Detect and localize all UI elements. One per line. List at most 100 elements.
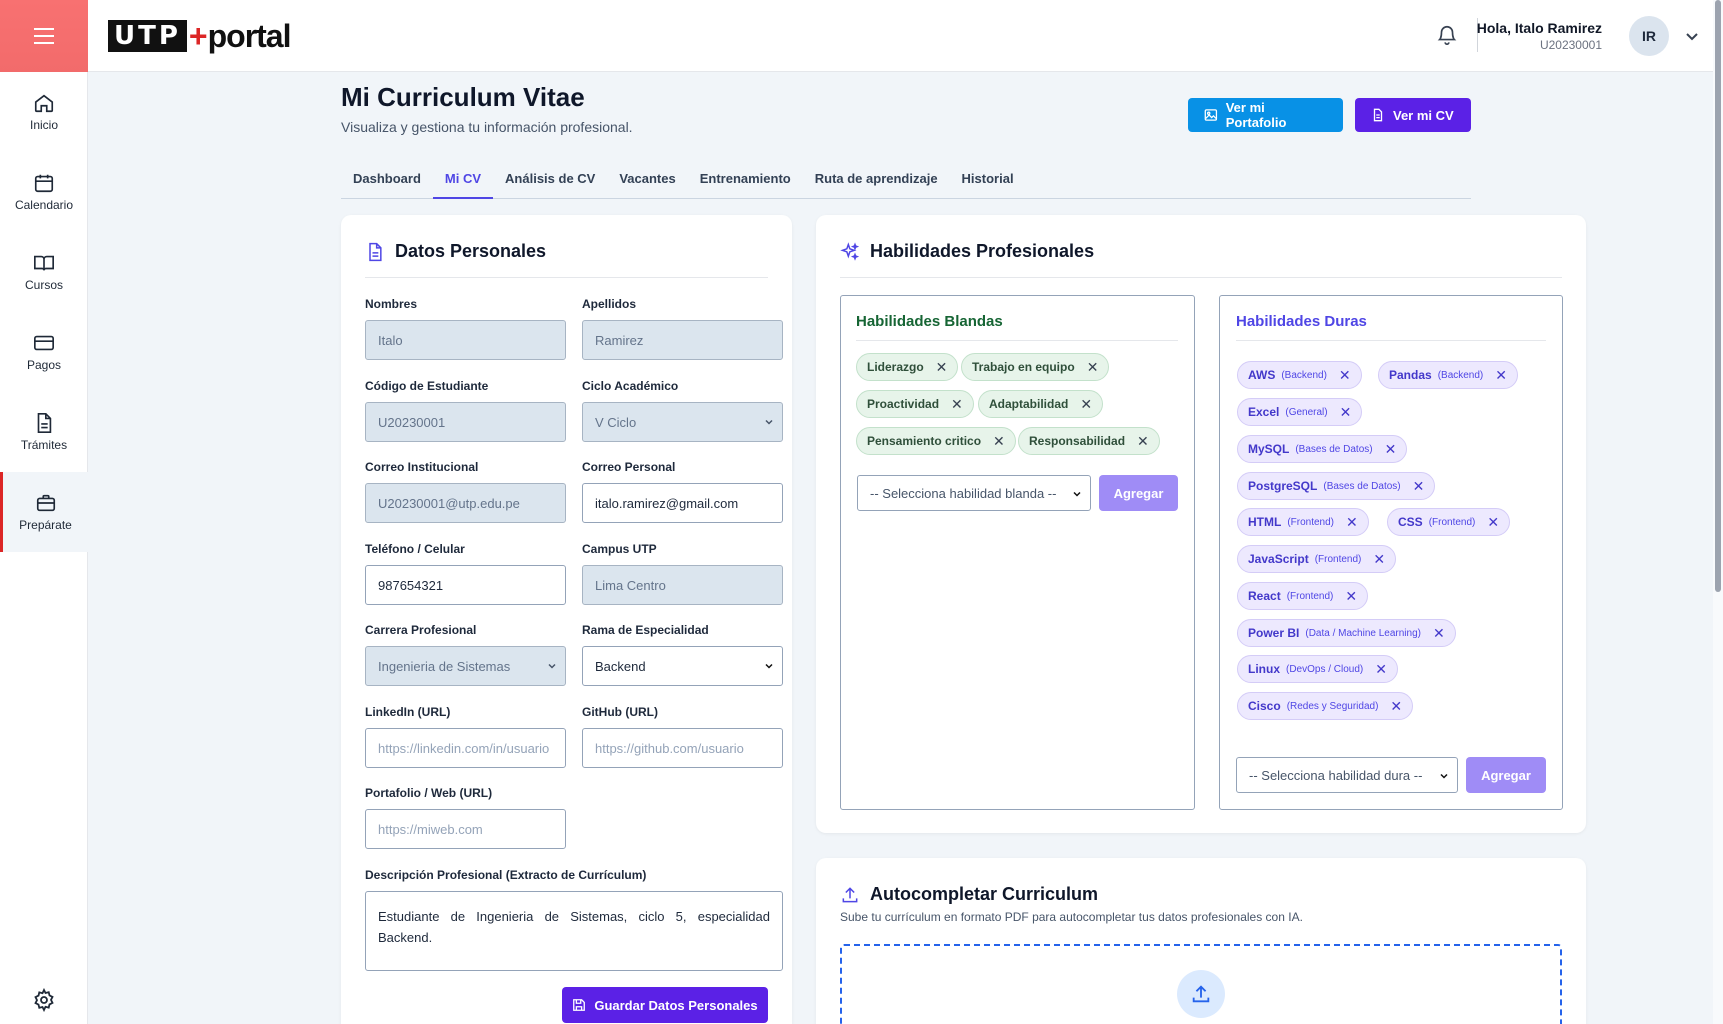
- campus-field[interactable]: Lima Centro: [582, 565, 783, 605]
- remove-icon[interactable]: ✕: [951, 396, 963, 413]
- hard-skill-name: Power BI: [1248, 626, 1300, 640]
- description-textarea[interactable]: Estudiante de Ingenieria de Sistemas, ci…: [365, 891, 783, 971]
- chevron-down-icon: [765, 419, 773, 425]
- tab-dashboard[interactable]: Dashboard: [341, 168, 433, 199]
- telefono-field[interactable]: 987654321: [365, 565, 566, 605]
- sidebar-item-calendario[interactable]: Calendario: [0, 152, 88, 232]
- sidebar-item-cursos[interactable]: Cursos: [0, 232, 88, 312]
- hard-skill-chip: React (Frontend) ✕: [1237, 582, 1369, 610]
- remove-icon[interactable]: ✕: [993, 433, 1005, 450]
- tab-historial[interactable]: Historial: [950, 168, 1026, 199]
- remove-icon[interactable]: ✕: [1345, 588, 1357, 605]
- remove-icon[interactable]: ✕: [1433, 625, 1445, 642]
- document-icon: [37, 413, 52, 433]
- hard-skill-category: (Bases de Datos): [1295, 443, 1373, 455]
- soft-skill-select[interactable]: -- Selecciona habilidad blanda --: [857, 475, 1091, 511]
- page-subtitle: Visualiza y gestiona tu información prof…: [341, 119, 633, 135]
- hard-skill-category: (Frontend): [1428, 516, 1476, 528]
- remove-icon[interactable]: ✕: [1385, 441, 1397, 458]
- remove-icon[interactable]: ✕: [1087, 359, 1099, 376]
- gear-icon[interactable]: [32, 988, 56, 1012]
- nombres-label: Nombres: [365, 297, 418, 311]
- rama-label: Rama de Especialidad: [582, 623, 709, 637]
- sidebar-item-inicio[interactable]: Inicio: [0, 72, 88, 152]
- nombres-field[interactable]: Italo: [365, 320, 566, 360]
- personal-data-title: Datos Personales: [395, 241, 547, 261]
- view-portfolio-button[interactable]: Ver mi Portafolio: [1188, 98, 1343, 132]
- remove-icon[interactable]: ✕: [1413, 478, 1425, 495]
- view-portfolio-label: Ver mi Portafolio: [1225, 100, 1287, 130]
- avatar[interactable]: IR: [1629, 16, 1669, 56]
- hard-skill-category: (Frontend): [1287, 516, 1335, 528]
- tab-entrenamiento[interactable]: Entrenamiento: [688, 168, 803, 199]
- remove-icon[interactable]: ✕: [1346, 514, 1358, 531]
- add-soft-skill-button[interactable]: Agregar: [1099, 475, 1178, 511]
- chevron-down-icon[interactable]: [1684, 28, 1700, 44]
- sidebar-item-tramites[interactable]: Trámites: [0, 392, 88, 472]
- sidebar-item-preparate[interactable]: Prepárate: [0, 472, 88, 552]
- hard-skill-category: (Backend): [1437, 369, 1484, 381]
- add-hard-skill-button[interactable]: Agregar: [1466, 757, 1546, 793]
- correo-institucional-field[interactable]: U20230001@utp.edu.pe: [365, 483, 566, 523]
- remove-icon[interactable]: ✕: [936, 359, 948, 376]
- save-icon: [573, 999, 586, 1011]
- rama-select[interactable]: Backend: [582, 646, 783, 686]
- tab-mi-cv[interactable]: Mi CV: [432, 168, 494, 199]
- soft-skill-label: Adaptabilidad: [989, 397, 1069, 411]
- divider: [840, 277, 1562, 278]
- ciclo-select-value: V Ciclo: [595, 414, 637, 430]
- remove-icon[interactable]: ✕: [1390, 698, 1402, 715]
- page-scrollbar[interactable]: [1713, 0, 1723, 1024]
- document-icon: [369, 242, 382, 261]
- apellidos-field[interactable]: Ramirez: [582, 320, 783, 360]
- hard-skill-name: AWS: [1248, 368, 1276, 382]
- remove-icon[interactable]: ✕: [1375, 661, 1387, 678]
- hard-skill-chip: Power BI (Data / Machine Learning) ✕: [1237, 619, 1456, 647]
- scrollbar-thumb[interactable]: [1715, 0, 1721, 592]
- tab-ruta-aprendizaje[interactable]: Ruta de aprendizaje: [803, 168, 950, 199]
- utp-portal-logo[interactable]: UTP + portal: [108, 18, 291, 54]
- codigo-field[interactable]: U20230001: [365, 402, 566, 442]
- autocomplete-subtitle: Sube tu currículum en formato PDF para a…: [840, 910, 1303, 924]
- portfolio-field[interactable]: https://miweb.com: [365, 809, 566, 849]
- correo-inst-label: Correo Institucional: [365, 460, 479, 474]
- upload-button[interactable]: [1177, 970, 1225, 1018]
- sidebar-item-pagos[interactable]: Pagos: [0, 312, 88, 392]
- hard-skill-name: Pandas: [1389, 368, 1432, 382]
- carrera-select[interactable]: Ingenieria de Sistemas: [365, 646, 566, 686]
- hard-skill-category: (Frontend): [1286, 590, 1334, 602]
- campus-label: Campus UTP: [582, 542, 657, 556]
- hard-skill-name: CSS: [1398, 515, 1423, 529]
- sidebar-item-label: Cursos: [24, 278, 63, 292]
- hard-skill-category: (General): [1285, 406, 1328, 418]
- hard-skill-select[interactable]: -- Selecciona habilidad dura --: [1236, 757, 1458, 793]
- view-cv-button[interactable]: Ver mi CV: [1355, 98, 1471, 132]
- carrera-select-value: Ingenieria de Sistemas: [378, 658, 511, 674]
- correo-personal-field[interactable]: italo.ramirez@gmail.com: [582, 483, 783, 523]
- bell-icon[interactable]: [1436, 24, 1458, 46]
- sparkles-icon: [840, 241, 860, 261]
- sidebar-item-label: Calendario: [14, 198, 74, 212]
- divider: [856, 340, 1178, 341]
- remove-icon[interactable]: ✕: [1495, 367, 1507, 384]
- ciclo-select[interactable]: V Ciclo: [582, 402, 783, 442]
- remove-icon[interactable]: ✕: [1339, 367, 1351, 384]
- remove-icon[interactable]: ✕: [1487, 514, 1499, 531]
- hard-skill-name: JavaScript: [1248, 552, 1309, 566]
- menu-button[interactable]: [0, 0, 88, 72]
- github-field[interactable]: https://github.com/usuario: [582, 728, 783, 768]
- file-icon: [1373, 108, 1383, 122]
- logo-plus: +: [188, 18, 208, 54]
- tab-analisis-cv[interactable]: Análisis de CV: [493, 168, 607, 199]
- remove-icon[interactable]: ✕: [1373, 551, 1385, 568]
- save-personal-data-button[interactable]: Guardar Datos Personales: [562, 987, 768, 1023]
- tab-vacantes[interactable]: Vacantes: [607, 168, 687, 199]
- remove-icon[interactable]: ✕: [1340, 404, 1352, 421]
- remove-icon[interactable]: ✕: [1137, 433, 1149, 450]
- hamburger-icon: [34, 28, 54, 44]
- soft-skill-label: Pensamiento critico: [867, 434, 982, 448]
- home-icon: [34, 94, 54, 113]
- remove-icon[interactable]: ✕: [1080, 396, 1092, 413]
- soft-skill-chip: Adaptabilidad ✕: [978, 390, 1104, 418]
- linkedin-field[interactable]: https://linkedin.com/in/usuario: [365, 728, 566, 768]
